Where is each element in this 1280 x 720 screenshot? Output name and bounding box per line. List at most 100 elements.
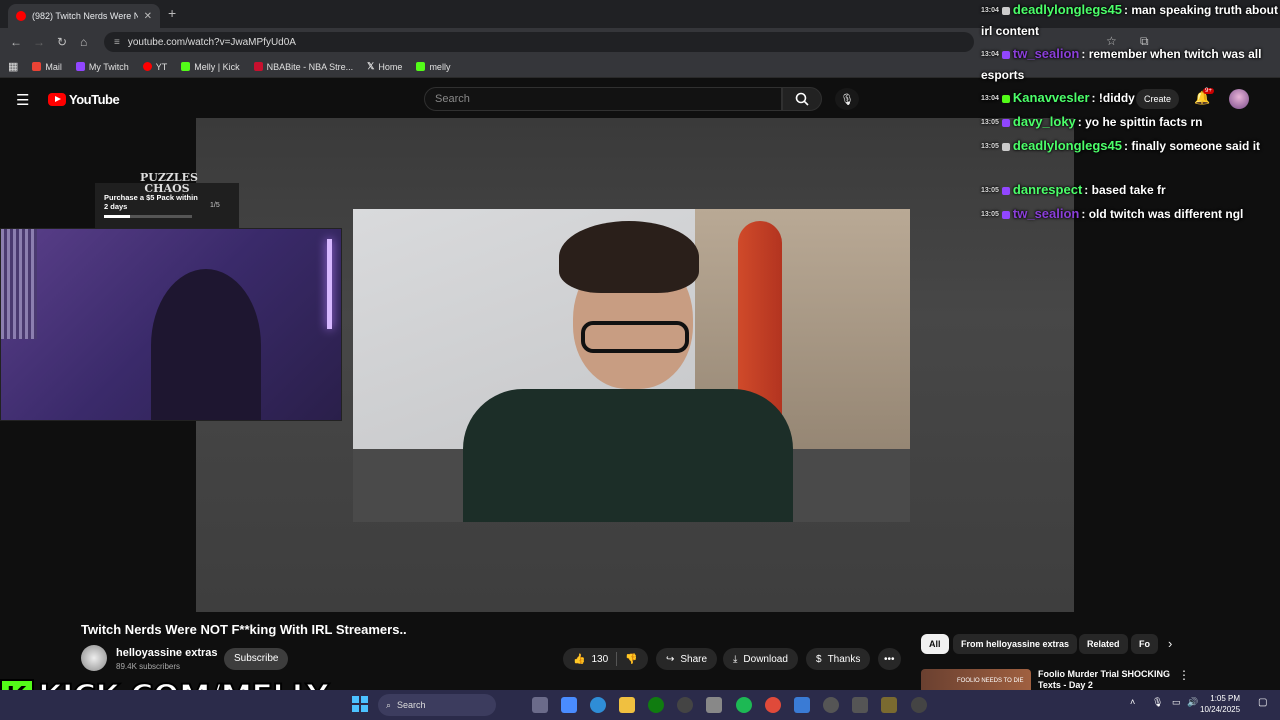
reload-icon[interactable]: ↻ [57, 35, 67, 49]
twitch-badge-icon [1001, 142, 1010, 151]
mail-icon [32, 62, 42, 71]
bookmark-melly-kick[interactable]: Melly | Kick [181, 62, 240, 72]
voice-search-button[interactable]: 🎙 [835, 88, 859, 110]
kick-icon [416, 62, 426, 71]
url-text: youtube.com/watch?v=JwaMPfyUd0A [127, 36, 296, 48]
twitch-badge-icon [1001, 6, 1010, 15]
chat-text: : based take fr [1084, 183, 1166, 197]
like-divider [616, 652, 618, 666]
chip-from-channel[interactable]: From helloyassine extras [953, 634, 1078, 654]
nba-icon [253, 62, 263, 71]
apps-icon[interactable]: ▦ [8, 60, 18, 73]
alert-count: 1/5 [210, 202, 220, 209]
media-player-icon[interactable] [823, 697, 839, 713]
mic-icon: 🎙 [840, 93, 854, 106]
browser-tab[interactable]: (982) Twitch Nerds Were N... ✕ [8, 4, 160, 28]
chat-username: tw_sealion [1012, 46, 1080, 61]
youtube-logo[interactable]: YouTube [48, 92, 120, 107]
alert-text: Purchase a $5 Pack within 2 days [104, 193, 198, 211]
tray-chevron-icon[interactable]: ˄ [1130, 697, 1135, 707]
forward-icon[interactable]: → [33, 35, 45, 49]
chat-timestamp: 13:04 [981, 6, 999, 14]
home-icon[interactable]: ⌂ [80, 35, 87, 49]
file-explorer-icon[interactable] [619, 697, 635, 713]
video-content-frame [353, 209, 910, 522]
bookmark-nbabite[interactable]: NBABite - NBA Stre... [253, 62, 353, 72]
download-button[interactable]: ⤓ Download [723, 648, 798, 670]
network-icon[interactable]: ▭ [1172, 697, 1181, 708]
tab-title: (982) Twitch Nerds Were N... [32, 11, 138, 21]
windows-start-icon[interactable] [352, 696, 368, 712]
chip-all[interactable]: All [921, 634, 949, 654]
chat-message: 13:05 davy_loky: yo he spittin facts rn [981, 112, 1280, 133]
taskbar-search[interactable]: ⌕ Search [378, 694, 496, 716]
chat-username: davy_loky [1012, 114, 1076, 129]
chip-related[interactable]: Related [1079, 634, 1128, 654]
window-blinds-image [1, 229, 37, 339]
taskbar-clock[interactable]: 1:05 PM 10/24/2025 [1200, 693, 1240, 715]
youtube-favicon-icon [16, 11, 26, 21]
bookmark-home[interactable]: 𝕏 Home [367, 61, 402, 72]
notification-center-icon[interactable]: ▢ [1258, 697, 1267, 708]
xbox-icon[interactable] [648, 697, 664, 713]
bookmark-yt[interactable]: YT [142, 62, 167, 72]
chat-text: : !diddy [1091, 91, 1135, 105]
app-icon-2[interactable] [881, 697, 897, 713]
search-icon [795, 92, 809, 106]
youtube-play-icon [48, 93, 66, 106]
chat-text: : old twitch was different ngl [1081, 207, 1244, 221]
streamer-silhouette [151, 269, 261, 420]
subscriber-count: 89.4K subscribers [116, 662, 181, 671]
chat-timestamp: 13:05 [981, 142, 999, 150]
thumbs-down-icon[interactable]: 👎 [625, 654, 637, 665]
edge-icon[interactable] [590, 697, 606, 713]
bookmark-melly[interactable]: melly [416, 62, 450, 72]
menu-icon[interactable]: ☰ [16, 91, 29, 109]
github-icon[interactable] [677, 697, 693, 713]
recommended-title[interactable]: Foolio Murder Trial SHOCKING Texts - Day… [1038, 669, 1174, 691]
chip-more[interactable]: Fo [1131, 634, 1158, 654]
channel-avatar[interactable] [81, 645, 107, 671]
spotify-icon[interactable] [736, 697, 752, 713]
volume-icon[interactable]: 🔊 [1187, 697, 1198, 708]
alert-progress-fill [104, 215, 131, 218]
bookmark-mail[interactable]: Mail [32, 62, 62, 72]
tab-close-icon[interactable]: ✕ [144, 11, 152, 22]
obs-icon[interactable] [911, 697, 927, 713]
mic-tray-icon[interactable]: 🎙 [1152, 697, 1163, 708]
like-button[interactable]: 👍 130 👎 [563, 648, 648, 670]
subscribe-button[interactable]: Subscribe [224, 648, 289, 670]
new-tab-button[interactable]: + [168, 5, 176, 21]
share-button[interactable]: ↪ Share [656, 648, 718, 670]
chat-timestamp: 13:05 [981, 186, 999, 194]
x-logo-icon: 𝕏 [367, 61, 375, 71]
bookmark-my-twitch[interactable]: My Twitch [75, 62, 129, 72]
person-shirt [463, 389, 793, 522]
thanks-button[interactable]: $ Thanks [806, 648, 871, 670]
search-button[interactable] [782, 87, 822, 111]
twitch-badge-icon [1001, 50, 1010, 59]
chat-username: deadlylonglegs45 [1012, 138, 1122, 153]
chrome-icon[interactable] [765, 697, 781, 713]
search-input[interactable]: Search [424, 87, 782, 111]
alert-progress-bar [104, 215, 192, 218]
led-light-image [327, 239, 332, 329]
back-icon[interactable]: ← [10, 35, 22, 49]
app-icon[interactable] [852, 697, 868, 713]
address-bar[interactable]: ≡ youtube.com/watch?v=JwaMPfyUd0A [104, 32, 974, 52]
store-icon[interactable] [706, 697, 722, 713]
chip-next-icon[interactable]: › [1168, 636, 1172, 651]
task-view-icon[interactable] [532, 697, 548, 713]
twitch-badge-icon [1001, 210, 1010, 219]
recommended-more-icon[interactable]: ⋮ [1178, 668, 1190, 682]
chat-timestamp: 13:05 [981, 210, 999, 218]
site-info-icon[interactable]: ≡ [114, 37, 120, 48]
photos-icon[interactable] [794, 697, 810, 713]
more-actions-button[interactable]: ••• [878, 648, 901, 670]
chat-text: : finally someone said it [1124, 139, 1261, 153]
recommended-thumbnail[interactable]: FOOLIO NEEDS TO DIE [921, 669, 1031, 690]
channel-name[interactable]: helloyassine extras [116, 647, 218, 659]
kick-badge-icon [1001, 94, 1010, 103]
chat-message: 13:05 danrespect: based take fr [981, 180, 1280, 201]
copilot-icon[interactable] [561, 697, 577, 713]
